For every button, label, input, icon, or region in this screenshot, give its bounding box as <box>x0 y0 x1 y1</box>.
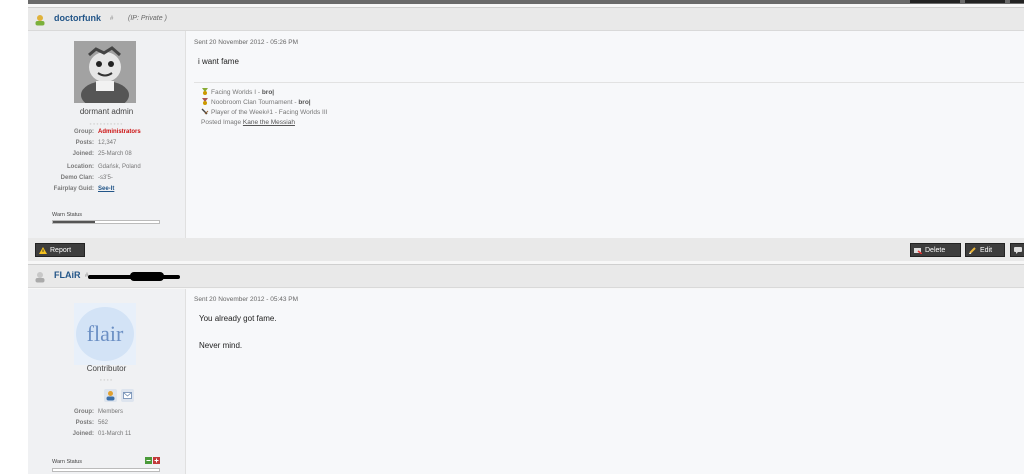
post-text: i want fame <box>198 57 239 66</box>
quote-icon <box>1014 247 1022 254</box>
field-label: Posts: <box>75 420 94 426</box>
medal-icon <box>202 88 208 95</box>
post-date: Sent 20 November 2012 - 05:26 PM <box>194 39 299 46</box>
field-fairplay-guid: Fairplay Guid: See-It <box>28 184 115 195</box>
field-value: 25-March 08 <box>98 151 132 157</box>
post-header: FLAiR # <box>28 264 1024 288</box>
post-text: You already got fame. <box>199 314 277 323</box>
edit-button[interactable]: Edit <box>965 243 1005 257</box>
view-profile-icon[interactable] <box>104 389 117 402</box>
field-value: 12,347 <box>98 140 117 146</box>
rank-pips: ●●●● <box>99 377 114 382</box>
signature-line: Noobroom Clan Tournament - bro| <box>201 98 311 106</box>
field-joined: Joined: 25-March 08 <box>28 149 132 160</box>
prev-button-stub-3[interactable] <box>1010 0 1024 3</box>
post-ip: (IP: Private ) <box>128 15 167 22</box>
post-date: Sent 20 November 2012 - 05:43 PM <box>194 296 299 303</box>
field-value: Members <box>98 409 124 415</box>
send-message-icon[interactable] <box>121 389 134 402</box>
field-label: Demo Clan: <box>60 175 94 181</box>
signature-link[interactable]: Kane the Messiah <box>243 119 295 126</box>
field-label: Posts: <box>75 140 94 146</box>
field-label: Joined: <box>72 431 94 437</box>
field-location: Location: Gdańsk, Poland <box>28 162 141 173</box>
warn-status-label: Warn Status <box>52 212 83 218</box>
field-label: Group: <box>74 129 94 135</box>
signature-text: Facing Worlds I - <box>211 89 262 96</box>
warn-increase-icon[interactable] <box>153 457 160 464</box>
post-text: Never mind. <box>199 341 243 350</box>
field-label: Fairplay Guid: <box>53 186 94 192</box>
field-posts: Posts: 562 <box>28 418 108 429</box>
field-value[interactable]: Administrators <box>98 129 141 135</box>
user-online-icon <box>35 15 45 26</box>
prev-button-stub-1[interactable] <box>910 0 960 3</box>
post-toolbar: Report Delete Edit <box>28 238 1024 261</box>
warn-decrease-icon[interactable] <box>145 457 152 464</box>
top-divider <box>28 0 1024 4</box>
signature-text: Noobroom Clan Tournament - <box>211 99 299 106</box>
field-value-link[interactable]: See-It <box>98 186 114 192</box>
signature-separator <box>194 82 1024 83</box>
sword-icon <box>201 108 209 115</box>
report-label: Report <box>50 247 72 254</box>
signature-line: Facing Worlds I - bro| <box>201 88 274 96</box>
signature-bold: bro| <box>298 99 311 106</box>
avatar[interactable]: flair <box>74 303 136 365</box>
field-group: Group: Administrators <box>28 127 141 138</box>
profile-link-icon[interactable]: # <box>110 16 113 22</box>
signature-bold: bro| <box>261 89 275 96</box>
field-value: -s3'5- <box>98 175 113 181</box>
field-label: Group: <box>74 409 94 415</box>
report-button[interactable]: Report <box>35 243 85 257</box>
signature-line: Posted Image Kane the Messiah <box>201 119 295 126</box>
post-author-name[interactable]: doctorfunk <box>54 13 101 23</box>
user-rank-title: dormant admin <box>79 107 134 116</box>
rank-pips: ●●●●●●●●●● <box>89 121 124 126</box>
field-value: 01-March 11 <box>98 431 132 437</box>
avatar-text: flair <box>87 321 124 346</box>
field-value: 562 <box>98 420 109 426</box>
field-demo-clan: Demo Clan: -s3'5- <box>28 173 113 184</box>
field-joined: Joined: 01-March 11 <box>28 429 132 440</box>
prev-button-stub-2[interactable] <box>965 0 1005 3</box>
avatar[interactable] <box>74 41 136 103</box>
warning-icon <box>39 247 47 254</box>
post-author-name[interactable]: FLAiR <box>54 270 81 280</box>
quote-button[interactable] <box>1010 243 1024 257</box>
user-info-panel: flair Contributor ●●●● Group: Members Pos… <box>28 289 186 474</box>
edit-label: Edit <box>980 247 993 254</box>
field-posts: Posts: 12,347 <box>28 138 117 149</box>
user-offline-icon <box>35 272 45 283</box>
warn-status-fill <box>53 221 96 223</box>
post-header: doctorfunk # (IP: Private ) <box>28 7 1024 31</box>
warn-status-label: Warn Status <box>52 459 83 465</box>
redaction-mark <box>130 272 164 281</box>
medal-icon <box>202 98 208 105</box>
warn-status-bar[interactable] <box>52 220 160 224</box>
post-body: Sent 20 November 2012 - 05:43 PM You alr… <box>186 289 1024 474</box>
field-group: Group: Members <box>28 407 123 418</box>
delete-label: Delete <box>925 247 946 254</box>
posted-image-text: Posted Image <box>201 119 242 126</box>
signature-text: Player of the Week#1 - Facing Worlds III <box>211 109 328 116</box>
field-value: Gdańsk, Poland <box>98 164 141 170</box>
edit-icon <box>969 247 976 254</box>
field-label: Location: <box>67 164 94 170</box>
field-label: Joined: <box>72 151 94 157</box>
user-rank-title: Contributor <box>86 364 127 373</box>
post-body: Sent 20 November 2012 - 05:26 PM i want … <box>186 31 1024 238</box>
signature-line: Player of the Week#1 - Facing Worlds III <box>201 108 327 116</box>
delete-button[interactable]: Delete <box>910 243 961 257</box>
warn-status-bar[interactable] <box>52 468 160 472</box>
user-info-panel: dormant admin ●●●●●●●●●● Group: Administr… <box>28 31 186 238</box>
delete-icon <box>914 248 922 254</box>
